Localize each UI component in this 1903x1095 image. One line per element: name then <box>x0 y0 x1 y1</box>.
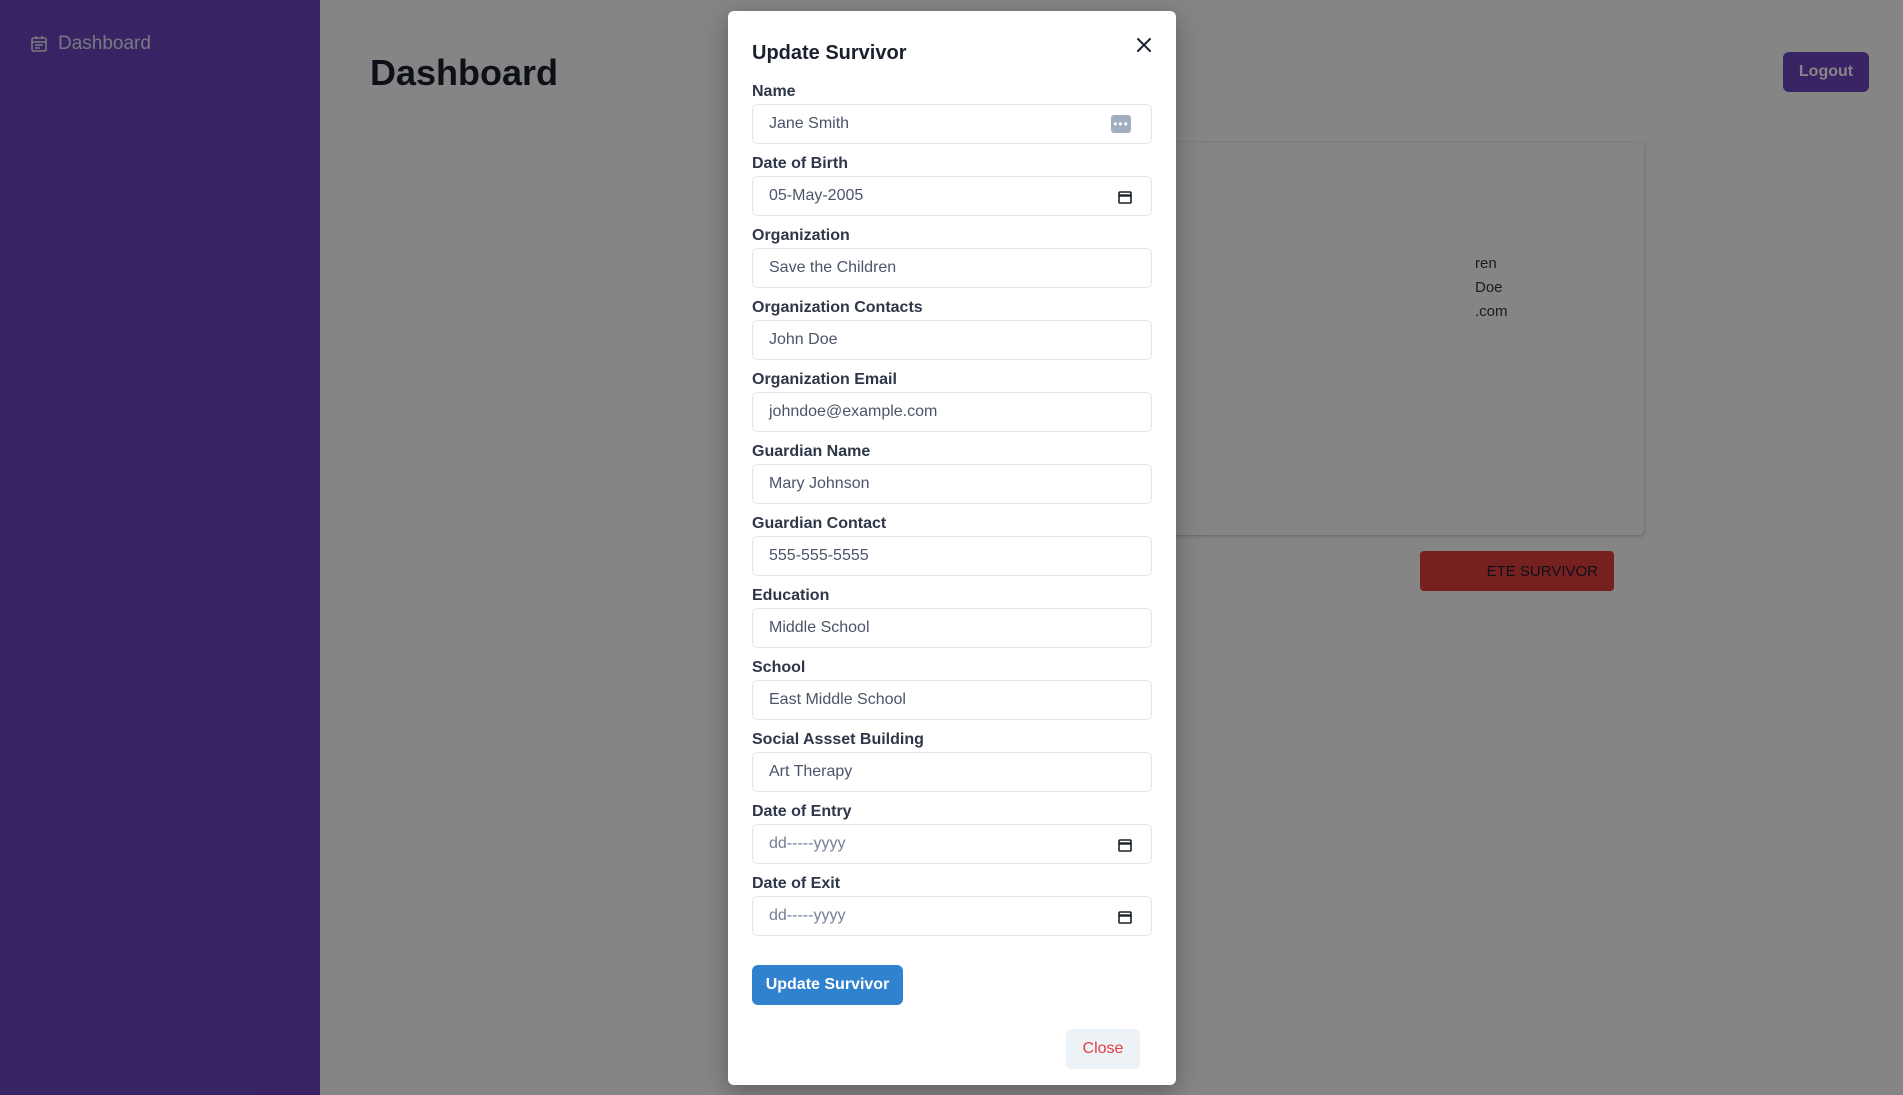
dob-input[interactable]: 05-May-2005 <box>752 176 1152 216</box>
dob-label: Date of Birth <box>752 155 848 172</box>
guardian-name-label: Guardian Name <box>752 443 871 460</box>
calendar-picker-icon[interactable] <box>1117 909 1133 925</box>
org-email-value: johndoe@example.com <box>769 403 938 420</box>
close-button[interactable]: Close <box>1066 1029 1140 1069</box>
dob-value: 05-May-2005 <box>769 187 864 204</box>
autofill-icon[interactable]: ••• <box>1111 115 1131 133</box>
name-input[interactable]: Jane Smith ••• <box>752 104 1152 144</box>
dob-field-group: Date of Birth 05-May-2005 <box>752 155 1152 227</box>
org-email-label: Organization Email <box>752 371 897 388</box>
date-of-entry-field-group: Date of Entry dd-----yyyy <box>752 803 1152 875</box>
org-contacts-label: Organization Contacts <box>752 299 923 316</box>
guardian-name-value: Mary Johnson <box>769 475 870 492</box>
name-field-group: Name Jane Smith ••• <box>752 83 1152 155</box>
name-label: Name <box>752 83 796 100</box>
date-of-exit-label: Date of Exit <box>752 875 841 892</box>
org-contacts-value: John Doe <box>769 331 838 348</box>
org-email-input[interactable]: johndoe@example.com <box>752 392 1152 432</box>
school-label: School <box>752 659 806 676</box>
guardian-contact-label: Guardian Contact <box>752 515 887 532</box>
date-of-entry-input[interactable]: dd-----yyyy <box>752 824 1152 864</box>
guardian-name-input[interactable]: Mary Johnson <box>752 464 1152 504</box>
social-asset-input[interactable]: Art Therapy <box>752 752 1152 792</box>
social-asset-value: Art Therapy <box>769 763 853 780</box>
calendar-picker-icon[interactable] <box>1117 189 1133 205</box>
guardian-contact-input[interactable]: 555-555-5555 <box>752 536 1152 576</box>
school-input[interactable]: East Middle School <box>752 680 1152 720</box>
organization-input[interactable]: Save the Children <box>752 248 1152 288</box>
org-email-field-group: Organization Email johndoe@example.com <box>752 371 1152 443</box>
date-of-exit-input[interactable]: dd-----yyyy <box>752 896 1152 936</box>
date-of-exit-field-group: Date of Exit dd-----yyyy <box>752 875 1152 947</box>
education-field-group: Education Middle School <box>752 587 1152 659</box>
social-asset-field-group: Social Assset Building Art Therapy <box>752 731 1152 803</box>
education-value: Middle School <box>769 619 870 636</box>
organization-field-group: Organization Save the Children <box>752 227 1152 299</box>
update-survivor-button[interactable]: Update Survivor <box>752 965 903 1005</box>
org-contacts-field-group: Organization Contacts John Doe <box>752 299 1152 371</box>
survivor-form: Name Jane Smith ••• Date of Birth 05-May… <box>752 83 1152 947</box>
update-survivor-modal: Update Survivor Name Jane Smith ••• Date… <box>728 11 1176 1085</box>
date-of-entry-placeholder: dd-----yyyy <box>769 835 846 852</box>
org-contacts-input[interactable]: John Doe <box>752 320 1152 360</box>
calendar-picker-icon[interactable] <box>1117 837 1133 853</box>
modal-title: Update Survivor <box>752 42 907 64</box>
guardian-contact-value: 555-555-5555 <box>769 547 869 564</box>
date-of-entry-label: Date of Entry <box>752 803 852 820</box>
date-of-exit-placeholder: dd-----yyyy <box>769 907 846 924</box>
education-input[interactable]: Middle School <box>752 608 1152 648</box>
organization-label: Organization <box>752 227 850 244</box>
close-icon[interactable] <box>1132 33 1156 57</box>
school-field-group: School East Middle School <box>752 659 1152 731</box>
organization-value: Save the Children <box>769 259 897 276</box>
school-value: East Middle School <box>769 691 906 708</box>
guardian-name-field-group: Guardian Name Mary Johnson <box>752 443 1152 515</box>
name-value: Jane Smith <box>769 115 850 132</box>
guardian-contact-field-group: Guardian Contact 555-555-5555 <box>752 515 1152 587</box>
education-label: Education <box>752 587 830 604</box>
social-asset-label: Social Assset Building <box>752 731 924 748</box>
